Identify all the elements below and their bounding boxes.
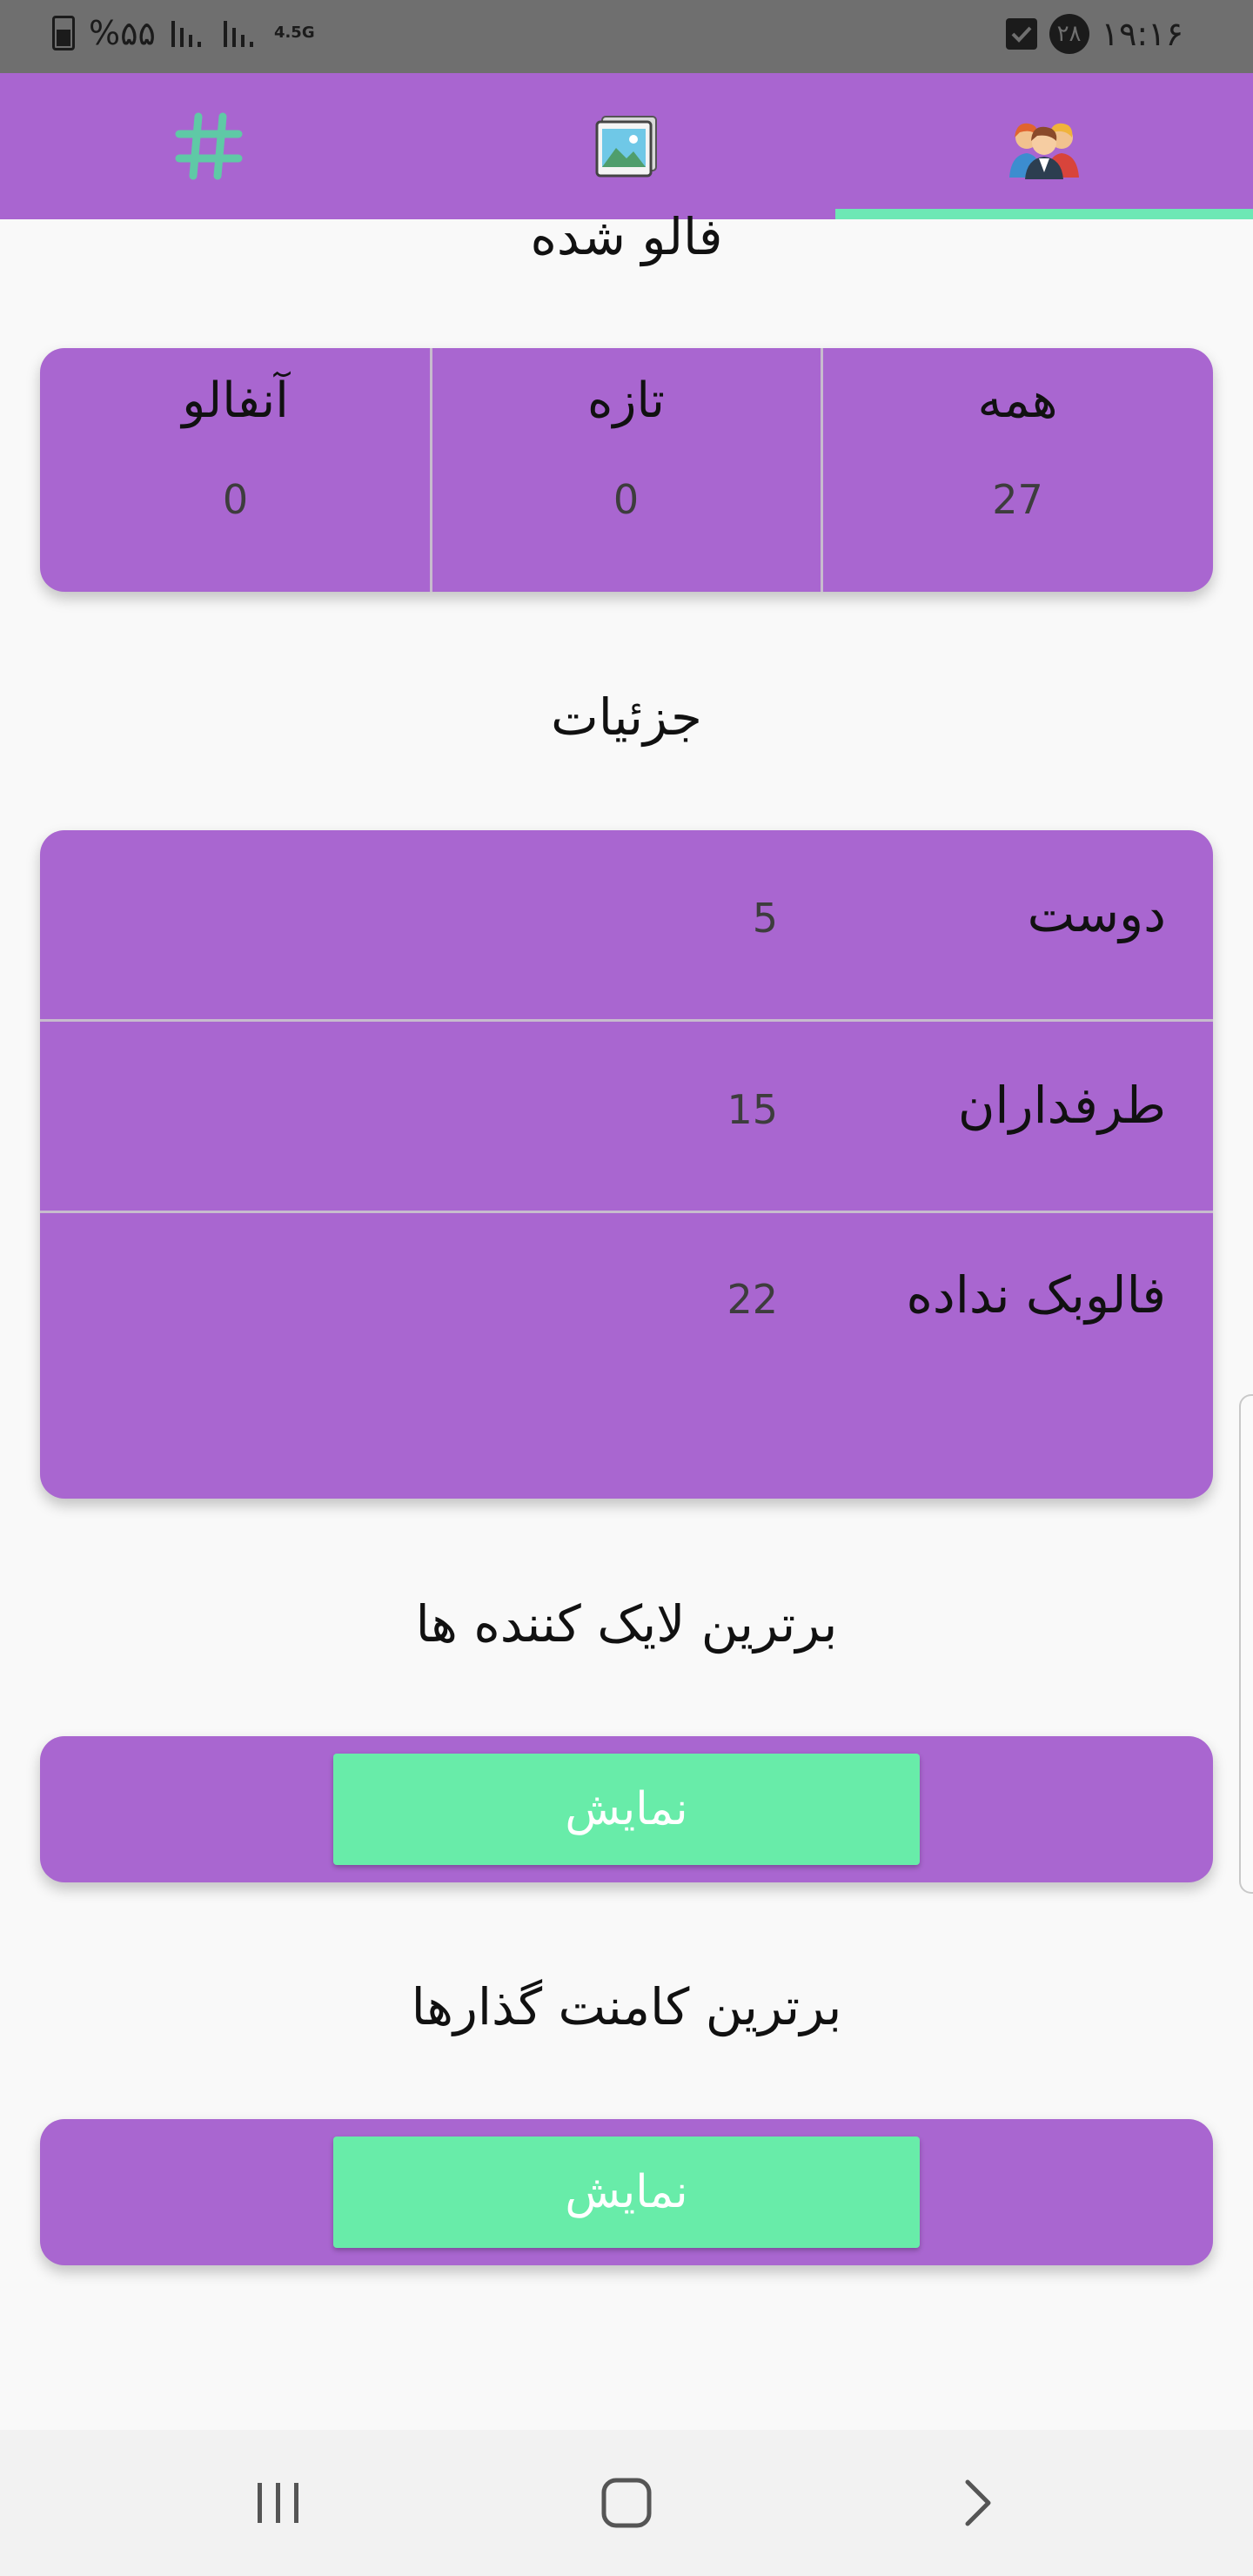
- signal-icon: [171, 21, 201, 47]
- people-icon: [1009, 123, 1079, 179]
- stat-value: 0: [222, 476, 249, 523]
- stat-label: تازه: [586, 372, 666, 429]
- top-likers-card: نمایش: [40, 1736, 1213, 1882]
- recent-apps-icon: [258, 2483, 298, 2523]
- tab-hashtags[interactable]: [0, 73, 418, 219]
- status-left: %۵۵ 4.5G: [52, 14, 315, 52]
- stat-value: 0: [613, 476, 640, 523]
- system-nav-bar: [0, 2430, 1253, 2576]
- tab-gallery[interactable]: [418, 73, 835, 219]
- stat-label: آنفالو: [182, 372, 289, 429]
- gallery-icon: [595, 116, 657, 178]
- status-right: ۲۸ ۱۹:۱۶: [1005, 14, 1183, 54]
- show-likers-button[interactable]: نمایش: [333, 1754, 920, 1865]
- stat-new[interactable]: تازه 0: [431, 348, 821, 592]
- stat-value: 27: [992, 476, 1043, 523]
- tab-followers[interactable]: [835, 73, 1253, 219]
- checkbox-notification-icon: [1005, 18, 1037, 50]
- signal-icon-2: [223, 21, 253, 47]
- home-icon: [601, 2478, 652, 2528]
- top-commenters-title: برترین کامنت گذارها: [411, 1977, 842, 2036]
- status-bar: %۵۵ 4.5G ۲۸ ۱۹:۱۶: [0, 0, 1253, 73]
- detail-label: طرفداران: [957, 1076, 1166, 1135]
- stat-unfollow[interactable]: آنفالو 0: [40, 348, 431, 592]
- detail-value: 5: [752, 895, 778, 942]
- detail-row-fans[interactable]: طرفداران 15: [40, 1022, 1213, 1213]
- top-tab-bar: [0, 73, 1253, 219]
- followed-section-title: فالو شده: [530, 207, 723, 266]
- show-commenters-button[interactable]: نمایش: [333, 2137, 920, 2248]
- details-section-title: جزئیات: [551, 688, 702, 747]
- detail-value: 22: [727, 1276, 778, 1323]
- stat-all[interactable]: همه 27: [822, 348, 1213, 592]
- home-button[interactable]: [539, 2430, 714, 2576]
- battery-icon: [52, 16, 75, 50]
- top-commenters-card: نمایش: [40, 2119, 1213, 2265]
- date-badge: ۲۸: [1049, 14, 1089, 54]
- scroll-handle[interactable]: [1239, 1394, 1253, 1894]
- followed-stats-card: همه 27 تازه 0 آنفالو 0: [40, 348, 1213, 592]
- battery-percent: %۵۵: [89, 14, 156, 52]
- detail-row-friends[interactable]: دوست 5: [40, 830, 1213, 1022]
- top-likers-title: برترین لایک کننده ها: [415, 1594, 838, 1654]
- stat-label: همه: [977, 372, 1058, 429]
- hashtag-icon: [175, 112, 243, 180]
- detail-label: دوست: [1027, 884, 1166, 943]
- clock: ۱۹:۱۶: [1101, 15, 1183, 53]
- back-icon: [965, 2479, 991, 2526]
- detail-label: فالوبک نداده: [906, 1265, 1166, 1325]
- detail-row-no-followback[interactable]: فالوبک نداده 22: [40, 1211, 1213, 1403]
- back-button[interactable]: [891, 2430, 1065, 2576]
- recent-apps-button[interactable]: [191, 2430, 365, 2576]
- network-type: 4.5G: [273, 23, 315, 42]
- detail-value: 15: [727, 1086, 778, 1133]
- details-card: دوست 5 طرفداران 15 فالوبک نداده 22: [40, 830, 1213, 1499]
